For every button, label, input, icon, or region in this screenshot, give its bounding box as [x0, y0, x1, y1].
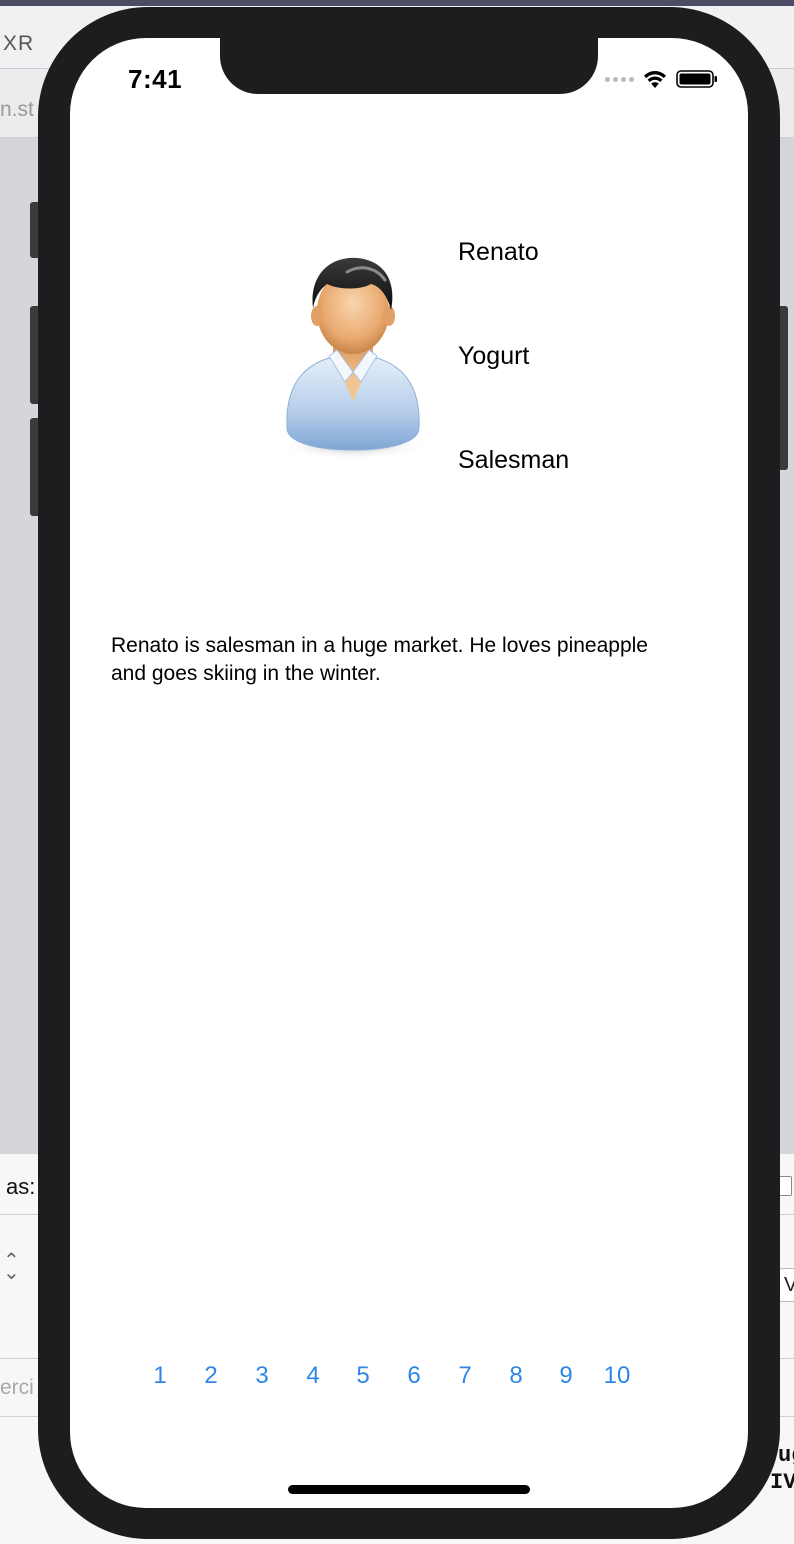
profile-favorite-food: Yogurt [458, 342, 530, 370]
page-link-8[interactable]: 8 [496, 1362, 536, 1390]
page-link-6[interactable]: 6 [394, 1362, 434, 1390]
code-fragment: ug [778, 1443, 794, 1468]
inspector-placeholder[interactable]: erci [0, 1376, 34, 1400]
user-avatar-icon [273, 250, 433, 460]
battery-icon [676, 69, 718, 89]
device-selector[interactable]: XR [3, 32, 34, 56]
page-link-4[interactable]: 4 [293, 1362, 333, 1390]
profile-description: Renato is salesman in a huge market. He … [111, 634, 648, 685]
page-link-1[interactable]: 1 [140, 1362, 180, 1390]
notch [220, 38, 598, 94]
code-fragment: IV [770, 1470, 794, 1495]
stepper-icon[interactable]: ⌃ ⌄ [3, 1251, 20, 1283]
status-time: 7:41 [128, 64, 183, 94]
signal-dots-icon [605, 76, 634, 82]
page-link-2[interactable]: 2 [191, 1362, 231, 1390]
page-link-3[interactable]: 3 [242, 1362, 282, 1390]
wifi-icon [642, 69, 668, 89]
inspector-label: as: [6, 1174, 36, 1199]
home-indicator[interactable] [288, 1485, 530, 1494]
profile-job: Salesman [458, 446, 570, 474]
inspector-select-value: V [784, 1274, 794, 1296]
page-link-10[interactable]: 10 [597, 1362, 637, 1390]
file-tab[interactable]: n.st [0, 98, 34, 122]
profile-name: Renato [458, 238, 539, 266]
page-link-7[interactable]: 7 [445, 1362, 485, 1390]
status-icons [605, 68, 718, 90]
device-screen: 7:41 Renato Yogurt Salesman Renato is sa… [70, 38, 748, 1508]
page-link-5[interactable]: 5 [343, 1362, 383, 1390]
page-link-9[interactable]: 9 [546, 1362, 586, 1390]
